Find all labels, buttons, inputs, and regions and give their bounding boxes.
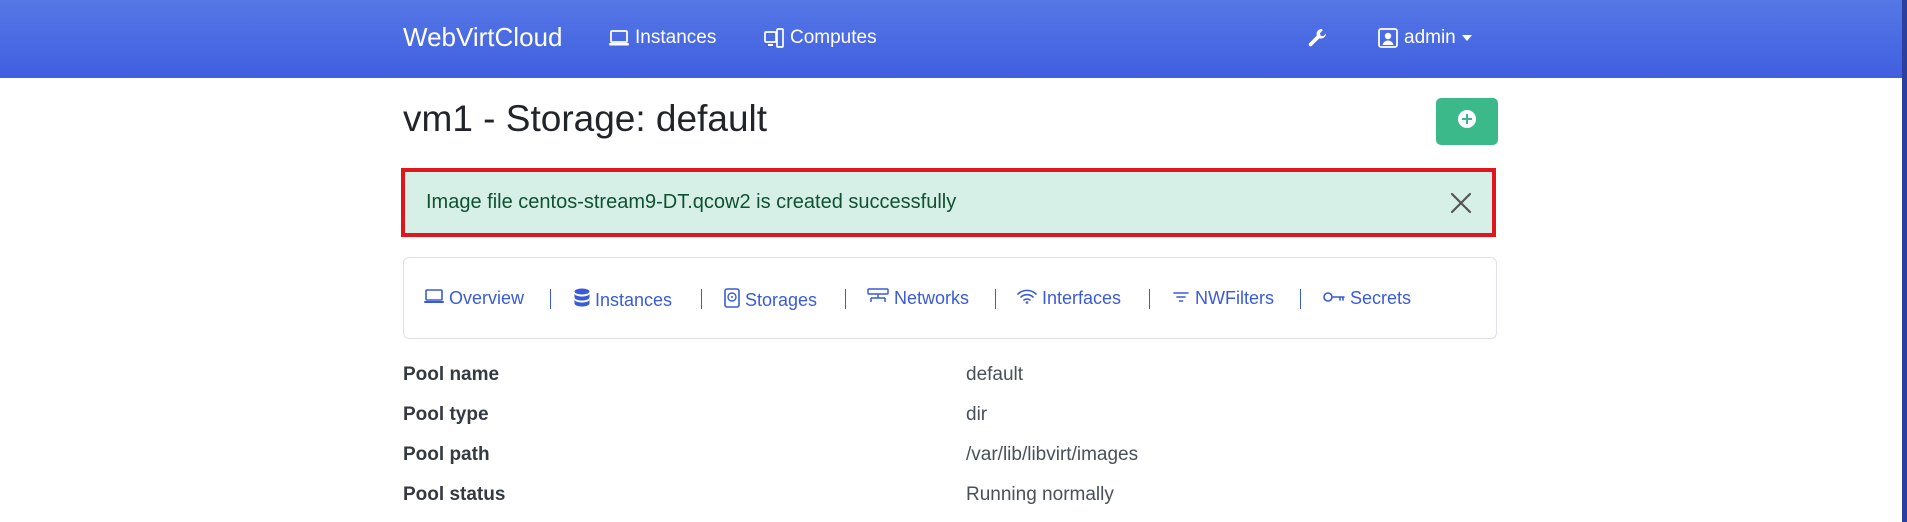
pool-name-value: default bbox=[966, 364, 1024, 385]
nav-computes-link[interactable]: Computes bbox=[764, 27, 877, 49]
nav-instances-label: Instances bbox=[635, 27, 717, 48]
page-title: vm1 - Storage: default bbox=[403, 98, 768, 139]
tab-divider bbox=[1300, 289, 1301, 309]
tab-overview[interactable]: Overview bbox=[424, 288, 524, 309]
tab-divider bbox=[845, 289, 846, 309]
pool-name-label: Pool name bbox=[403, 364, 500, 385]
key-icon bbox=[1323, 288, 1345, 309]
brand-link[interactable]: WebVirtCloud bbox=[403, 22, 562, 53]
pool-status-label: Pool status bbox=[403, 484, 506, 505]
host-tabs: Overview Instances Storages Networks Int… bbox=[403, 257, 1497, 339]
alert-message: Image file centos-stream9-DT.qcow2 is cr… bbox=[426, 191, 957, 213]
tab-divider bbox=[550, 289, 551, 309]
nav-instances-link[interactable]: Instances bbox=[609, 27, 716, 49]
computes-icon bbox=[764, 28, 784, 48]
tab-overview-label: Overview bbox=[449, 288, 525, 308]
tab-divider bbox=[701, 289, 702, 309]
add-volume-button[interactable] bbox=[1436, 98, 1498, 145]
tab-interfaces[interactable]: Interfaces bbox=[1017, 288, 1121, 309]
plus-circle-icon bbox=[1458, 110, 1476, 133]
caret-down-icon bbox=[1461, 35, 1472, 41]
pool-path-value: /var/lib/libvirt/images bbox=[966, 444, 1139, 465]
user-menu[interactable]: admin bbox=[1378, 27, 1472, 49]
tab-nwfilters[interactable]: NWFilters bbox=[1172, 288, 1274, 309]
wrench-icon bbox=[1307, 27, 1329, 49]
tab-interfaces-label: Interfaces bbox=[1042, 288, 1122, 308]
laptop-icon bbox=[424, 288, 444, 309]
pool-path-label: Pool path bbox=[403, 444, 490, 465]
scrollbar[interactable] bbox=[1902, 0, 1907, 522]
nav-computes-label: Computes bbox=[790, 27, 877, 48]
wifi-icon bbox=[1017, 288, 1037, 309]
tab-secrets[interactable]: Secrets bbox=[1323, 288, 1411, 309]
close-icon[interactable] bbox=[1450, 192, 1472, 219]
tab-storages-label: Storages bbox=[745, 290, 818, 310]
settings-button[interactable] bbox=[1307, 27, 1329, 49]
tab-instances-label: Instances bbox=[595, 290, 673, 310]
pool-type-label: Pool type bbox=[403, 404, 489, 425]
tab-instances[interactable]: Instances bbox=[574, 288, 672, 313]
success-alert: Image file centos-stream9-DT.qcow2 is cr… bbox=[401, 168, 1496, 237]
pool-status-value: Running normally bbox=[966, 484, 1114, 505]
filter-icon bbox=[1172, 288, 1190, 309]
user-menu-label: admin bbox=[1404, 27, 1456, 48]
tab-storages[interactable]: Storages bbox=[724, 288, 817, 313]
laptop-icon bbox=[609, 29, 629, 47]
database-icon bbox=[574, 288, 590, 313]
tab-nwfilters-label: NWFilters bbox=[1195, 288, 1274, 308]
tab-networks-label: Networks bbox=[894, 288, 970, 308]
user-icon bbox=[1378, 28, 1398, 48]
hdd-icon bbox=[724, 288, 740, 313]
pool-type-value: dir bbox=[966, 404, 988, 425]
tab-networks[interactable]: Networks bbox=[867, 288, 969, 309]
tab-divider bbox=[995, 289, 996, 309]
tab-divider bbox=[1149, 289, 1150, 309]
top-navbar: WebVirtCloud Instances Computes admin bbox=[0, 0, 1902, 78]
tab-secrets-label: Secrets bbox=[1350, 288, 1412, 308]
network-icon bbox=[867, 288, 889, 309]
